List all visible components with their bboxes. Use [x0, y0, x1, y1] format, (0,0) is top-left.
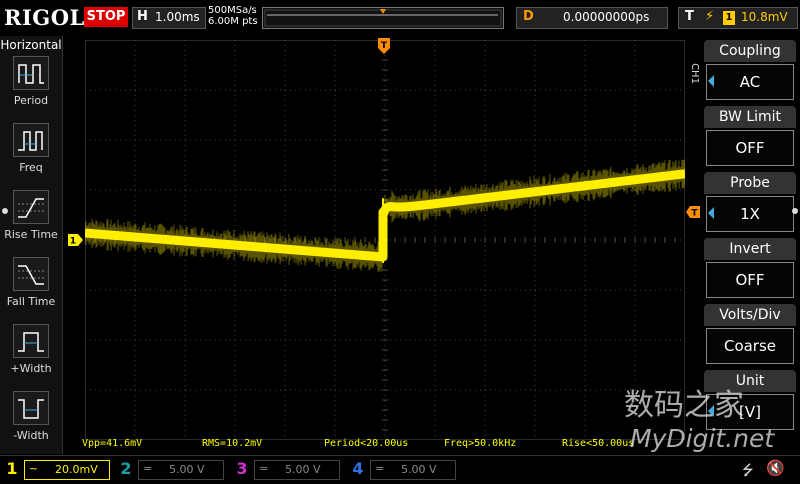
measure-period-button[interactable]: Period [0, 56, 62, 122]
left-menu-title: Horizontal [0, 38, 62, 52]
positive-width-icon [13, 324, 49, 358]
timebase-value: 1.00ms [155, 10, 200, 24]
probe-value: 1X [706, 196, 794, 232]
invert-menu-item[interactable]: Invert OFF [704, 238, 796, 300]
trigger-position-marker[interactable]: T [378, 38, 392, 56]
trigger-level-marker[interactable]: T [686, 206, 700, 218]
probe-selector-arrow-icon [708, 207, 714, 219]
channel-2-scale: 5.00 V [169, 463, 205, 476]
speaker-muted-icon[interactable]: 🔇 [766, 459, 785, 477]
coupling-selector-arrow-icon [708, 75, 714, 87]
channel-3-number: 3 [236, 459, 248, 478]
fall-time-icon [13, 257, 49, 291]
channel-3-scale: 5.00 V [285, 463, 321, 476]
channel-tab-label: CH1 [688, 63, 700, 84]
trigger-key: T [685, 9, 694, 24]
memory-depth: 6.00M pts [208, 16, 258, 27]
ch1-offset-label: 1 [70, 237, 76, 247]
negative-width-icon [13, 391, 49, 425]
freq-label: Freq [19, 161, 43, 174]
watermark-site: MyDigit.net [630, 424, 775, 453]
channel-4-coupling-icon: = [375, 462, 385, 475]
rising-edge-icon: ⚡ [705, 9, 715, 24]
channel-4-number: 4 [352, 459, 364, 478]
measure-freq: Freq>50.0kHz [444, 438, 517, 449]
right-menu-page-dot [792, 208, 798, 214]
channel-menu-tab: CH1 [686, 56, 700, 96]
rise-time-icon [13, 190, 49, 224]
memory-overview-strip[interactable] [262, 7, 504, 29]
trigger-level-value: 10.8mV [741, 10, 788, 24]
measure-rms: RMS=10.2mV [202, 438, 263, 449]
volts-div-menu-item[interactable]: Volts/Div Coarse [704, 304, 796, 366]
channel-1-scale: 20.0mV [55, 463, 98, 476]
coupling-menu-item[interactable]: Coupling AC [704, 40, 796, 102]
volts-div-title: Volts/Div [704, 304, 796, 326]
negative-width-label: -Width [13, 429, 49, 442]
channel-2-number: 2 [120, 459, 132, 478]
probe-menu-item[interactable]: Probe 1X [704, 172, 796, 234]
measure-rise: Rise<50.00us [562, 438, 635, 449]
measure-negative-width-button[interactable]: -Width [0, 391, 62, 457]
left-menu-page-dot [2, 208, 8, 214]
invert-value: OFF [706, 262, 794, 298]
delay-value: 0.00000000ps [563, 10, 650, 24]
watermark-chinese: 数码之家 [624, 388, 744, 423]
trigger-block[interactable]: T ⚡ 1 10.8mV [678, 7, 798, 29]
delay-block[interactable]: D 0.00000000ps [516, 7, 668, 29]
volts-div-value: Coarse [706, 328, 794, 364]
acquisition-info: 500MSa/s 6.00M pts [208, 5, 258, 27]
invert-title: Invert [704, 238, 796, 260]
bw-limit-title: BW Limit [704, 106, 796, 128]
memory-waveform-preview [264, 9, 502, 27]
memory-trigger-marker [380, 9, 386, 14]
measure-vpp: Vpp=41.6mV [82, 438, 143, 449]
rise-time-label: Rise Time [4, 228, 58, 241]
probe-title: Probe [704, 172, 796, 194]
sample-rate: 500MSa/s [208, 5, 257, 16]
measure-rise-time-button[interactable]: Rise Time [0, 190, 62, 256]
channel-2-box: = 5.00 V [138, 460, 224, 480]
channel-4-box: = 5.00 V [370, 460, 456, 480]
channel-1-box: ~ 20.0mV [24, 460, 110, 480]
period-label: Period [13, 94, 49, 107]
channel-3-box: = 5.00 V [254, 460, 340, 480]
channel-1-coupling-icon: ~ [29, 462, 39, 475]
ch1-offset-marker[interactable]: 1 [68, 234, 84, 246]
positive-width-label: +Width [10, 362, 52, 375]
top-status-bar: RIGOL STOP H 1.00ms 500MSa/s 6.00M pts D… [0, 0, 800, 36]
measure-positive-width-button[interactable]: +Width [0, 324, 62, 390]
coupling-title: Coupling [704, 40, 796, 62]
bw-limit-menu-item[interactable]: BW Limit OFF [704, 106, 796, 168]
period-icon [13, 56, 49, 90]
channel-2-coupling-icon: = [143, 462, 153, 475]
brand-logo: RIGOL [4, 5, 85, 30]
trigger-level-label: T [691, 209, 698, 219]
timebase-block[interactable]: H 1.00ms [132, 7, 206, 29]
run-stop-indicator[interactable]: STOP [84, 7, 128, 27]
measure-freq-button[interactable]: Freq [0, 123, 62, 189]
trigger-position-label: T [381, 41, 388, 51]
usb-icon: ⭍ [742, 463, 754, 479]
horizontal-measure-menu: Horizontal Period Freq Rise Time Fall Ti… [0, 36, 63, 454]
horizontal-key: H [137, 9, 148, 24]
channel-status-bar: 1 ~ 20.0mV 2 = 5.00 V 3 = 5.00 V 4 = 5.0… [0, 455, 800, 481]
channel-4-scale: 5.00 V [401, 463, 437, 476]
channel-3-coupling-icon: = [259, 462, 269, 475]
freq-icon [13, 123, 49, 157]
delay-key: D [523, 9, 534, 24]
measurement-readouts: Vpp=41.6mV RMS=10.2mV Period<20.00us Fre… [62, 438, 692, 450]
bw-limit-value: OFF [706, 130, 794, 166]
measure-fall-time-button[interactable]: Fall Time [0, 257, 62, 323]
coupling-value: AC [706, 64, 794, 100]
channel-1-number: 1 [6, 459, 18, 478]
fall-time-label: Fall Time [6, 295, 56, 308]
waveform-display[interactable] [85, 40, 685, 440]
trigger-source-badge: 1 [723, 11, 735, 25]
measure-period: Period<20.00us [324, 438, 409, 449]
